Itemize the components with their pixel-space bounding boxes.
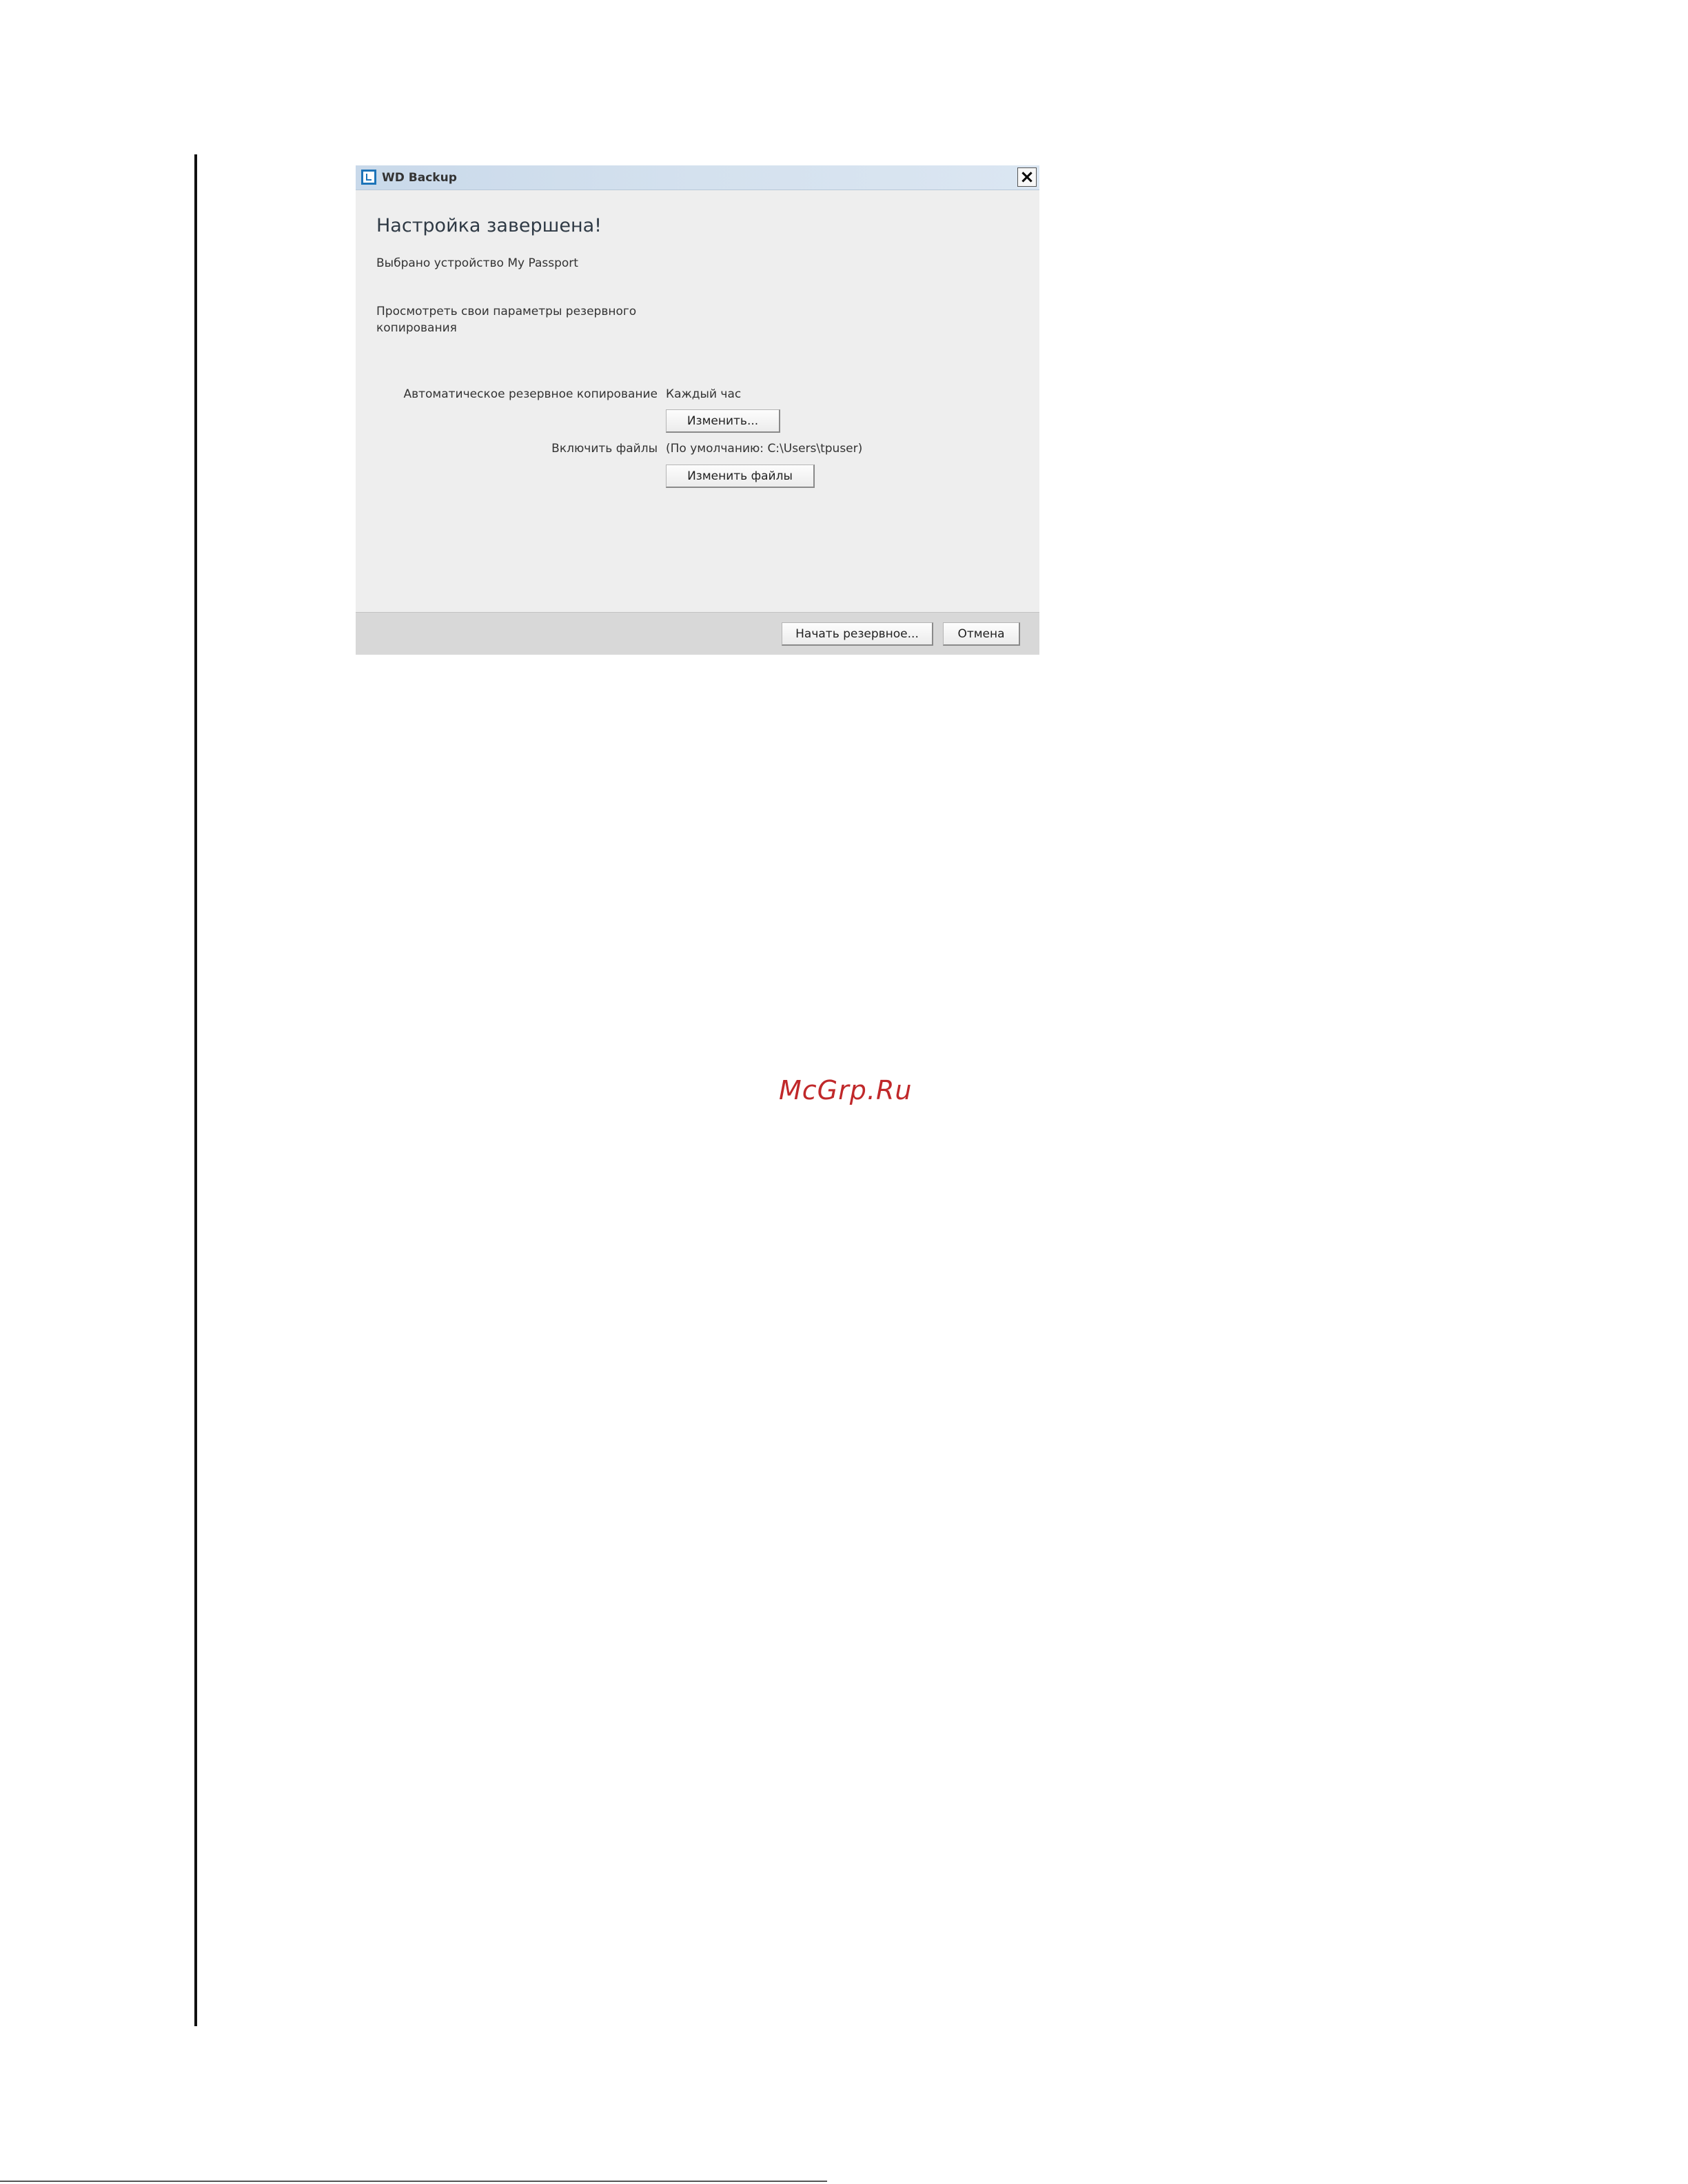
window-title: WD Backup (382, 171, 457, 185)
include-files-label: Включить файлы (551, 442, 658, 456)
close-icon[interactable]: × (1017, 167, 1037, 187)
cancel-button[interactable]: Отмена (943, 622, 1020, 646)
change-files-button[interactable]: Изменить файлы (666, 465, 815, 488)
dialog-footer: Начать резервное... Отмена (356, 612, 1039, 655)
auto-backup-label: Автоматическое резервное копирование (403, 387, 658, 401)
start-backup-button[interactable]: Начать резервное... (782, 622, 933, 646)
device-selected-text: Выбрано устройство My Passport (376, 256, 578, 270)
auto-backup-value: Каждый час (666, 387, 742, 401)
watermark-text: McGrp.Ru (779, 1075, 913, 1105)
review-settings-text: Просмотреть свои параметры резервного ко… (376, 305, 637, 335)
change-schedule-button[interactable]: Изменить... (666, 409, 780, 433)
title-bar[interactable]: WD Backup × (356, 165, 1039, 190)
wd-backup-app-icon (361, 170, 376, 185)
page-margin-rule (194, 154, 197, 2026)
wd-backup-dialog: WD Backup × Настройка завершена! Выбрано… (356, 165, 1039, 655)
page-heading: Настройка завершена! (376, 215, 602, 236)
include-files-value: (По умолчанию: C:\Users\tpuser) (666, 442, 863, 456)
page-bottom-rule (0, 2181, 827, 2182)
